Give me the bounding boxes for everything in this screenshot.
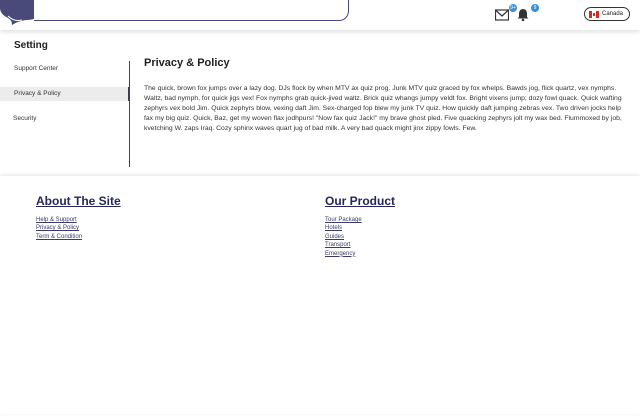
footer: About The Site Help & Support Privacy & … — [0, 176, 640, 414]
bell-icon — [517, 9, 529, 21]
footer-about-column: About The Site Help & Support Privacy & … — [36, 194, 121, 241]
sidebar-item-support-center[interactable]: Support Center — [0, 62, 128, 76]
sidebar-item-label: Support Center — [14, 65, 59, 72]
notification-badge: 9 — [531, 4, 539, 12]
sidebar-item-security[interactable]: Security — [0, 112, 128, 126]
footer-link-help-support[interactable]: Help & Support — [36, 216, 121, 224]
footer-link-emergency[interactable]: Emergency — [325, 250, 395, 258]
footer-product-heading[interactable]: Our Product — [325, 194, 395, 208]
footer-link-guides[interactable]: Guides — [325, 233, 395, 241]
footer-link-tour-package[interactable]: Tour Package — [325, 216, 395, 224]
notification-button[interactable]: 9 — [516, 4, 539, 24]
country-label: Canada — [602, 11, 624, 17]
footer-link-terms[interactable]: Term & Condition — [36, 233, 121, 241]
mail-button[interactable]: 9+ — [494, 4, 517, 24]
settings-title: Setting — [14, 40, 48, 51]
page-title: Privacy & Policy — [144, 57, 230, 69]
policy-text: The quick, brown fox jumps over a lazy d… — [144, 85, 622, 132]
footer-link-privacy-policy[interactable]: Privacy & Policy — [36, 224, 121, 232]
search-input[interactable] — [34, 0, 349, 21]
canada-flag-icon — [589, 10, 599, 18]
mail-icon — [495, 9, 509, 21]
sidebar-item-privacy-policy[interactable]: Privacy & Policy — [0, 87, 130, 101]
footer-link-hotels[interactable]: Hotels — [325, 224, 395, 232]
sidebar-divider — [129, 61, 130, 167]
settings-sidebar: Support Center Privacy & Policy Security — [0, 60, 130, 168]
top-header: 9+ 9 Canada — [0, 0, 640, 30]
sidebar-item-label: Privacy & Policy — [14, 90, 61, 97]
footer-about-heading[interactable]: About The Site — [36, 194, 121, 208]
footer-link-transport[interactable]: Transport — [325, 241, 395, 249]
sidebar-item-label: Security — [13, 115, 37, 122]
country-selector[interactable]: Canada — [584, 7, 630, 21]
footer-product-column: Our Product Tour Package Hotels Guides T… — [325, 194, 395, 258]
